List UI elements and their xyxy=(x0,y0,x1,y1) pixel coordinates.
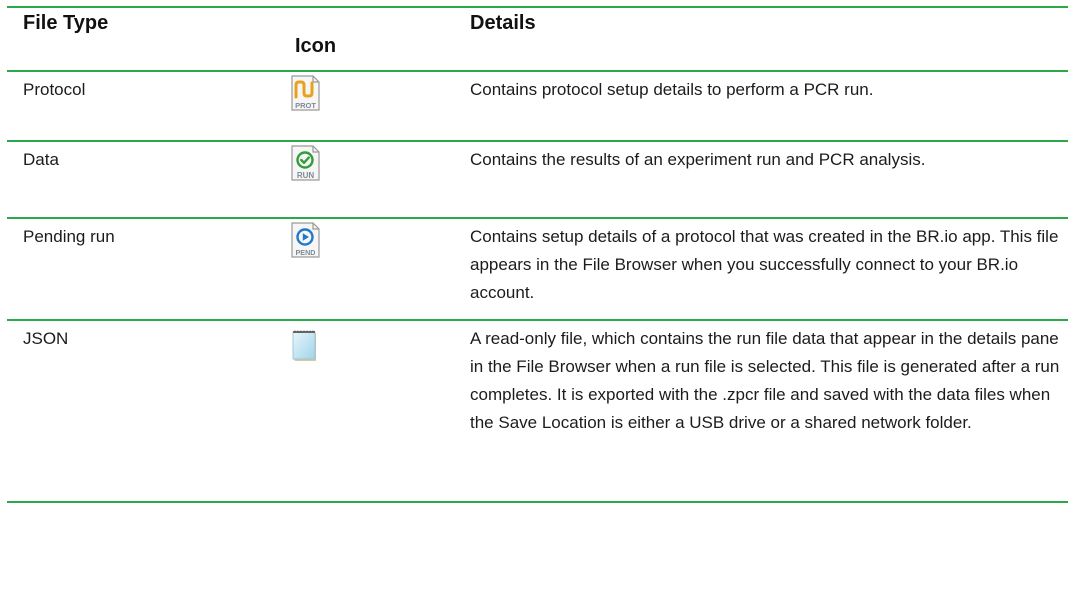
protocol-file-icon: PROT xyxy=(290,75,320,111)
row-file-type: JSON xyxy=(23,329,69,348)
header-details: Details xyxy=(470,12,536,34)
json-notepad-icon xyxy=(290,328,320,364)
row-file-type: Protocol xyxy=(23,80,86,99)
pending-run-file-icon: PEND xyxy=(290,222,320,258)
table-row-pending-run: Pending run PEND Contains setup details … xyxy=(7,219,1068,321)
row-file-type: Pending run xyxy=(23,227,115,246)
icon-label: RUN xyxy=(297,171,315,180)
row-details: Contains setup details of a protocol tha… xyxy=(470,227,1059,302)
table-row-protocol: Protocol PROT Contains protocol setup de… xyxy=(7,72,1068,142)
file-types-table: File Type Icon Details Protocol PROT Con… xyxy=(7,6,1068,503)
header-file-type: File Type xyxy=(23,12,109,34)
table-row-json: JSON A read-only file, which contains th… xyxy=(7,321,1068,503)
table-header-row: File Type Icon Details xyxy=(7,8,1068,72)
row-details: A read-only file, which contains the run… xyxy=(470,329,1060,432)
run-data-file-icon: RUN xyxy=(290,145,320,181)
header-icon: Icon xyxy=(295,35,337,57)
row-file-type: Data xyxy=(23,150,59,169)
icon-label: PEND xyxy=(296,248,316,257)
table-row-data: Data RUN Contains the results of an expe… xyxy=(7,142,1068,219)
row-details: Contains the results of an experiment ru… xyxy=(470,150,926,169)
row-details: Contains protocol setup details to perfo… xyxy=(470,80,874,99)
icon-label: PROT xyxy=(295,101,316,110)
